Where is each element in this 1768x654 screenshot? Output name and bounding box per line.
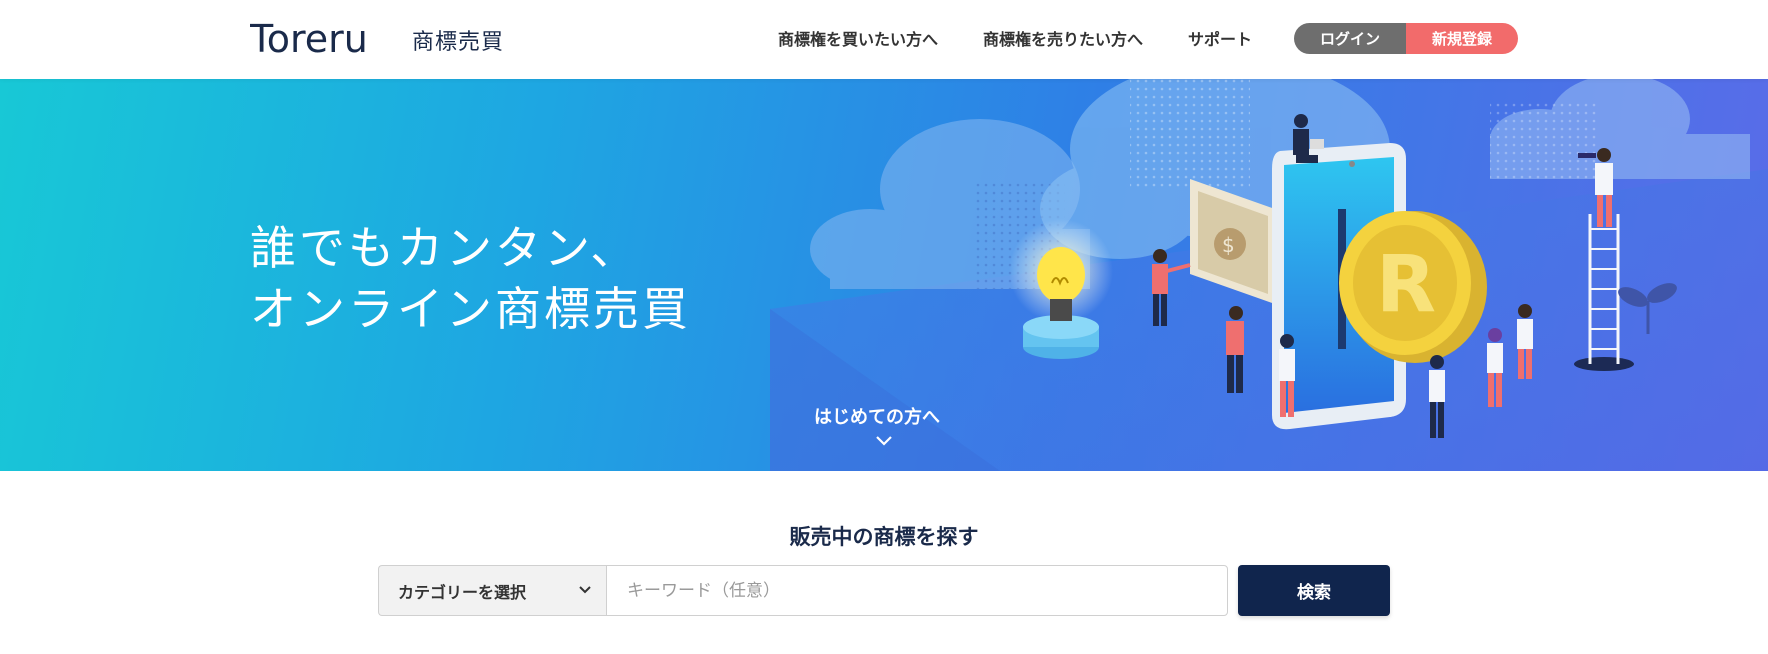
lightbulb-icon [1009, 219, 1113, 359]
search-button[interactable]: 検索 [1238, 565, 1390, 616]
login-button[interactable]: ログイン [1294, 23, 1406, 54]
search-section-title: 販売中の商標を探す [789, 525, 979, 549]
nav-link-buy[interactable]: 商標権を買いたい方へ [778, 26, 938, 50]
logo-subtitle: 商標売買 [412, 30, 505, 55]
chevron-down-icon[interactable] [875, 435, 893, 447]
hero-banner: $ R 誰でもカンタン、 オンライン商標売買 はじめての方へ [0, 79, 1768, 471]
register-button[interactable]: 新規登録 [1406, 23, 1518, 54]
hero-title-line1: 誰でもカンタン、 [250, 221, 640, 275]
category-select-label: カテゴリーを選択 [398, 582, 527, 602]
site-header: Toreru 商標売買 商標権を買いたい方へ 商標権を売りたい方へ サポート ロ… [0, 0, 1768, 79]
category-select[interactable]: カテゴリーを選択 [378, 565, 606, 616]
chevron-down-icon [579, 586, 591, 594]
beginner-guide-link[interactable]: はじめての方へ [814, 403, 940, 429]
nav-link-sell[interactable]: 商標権を売りたい方へ [983, 26, 1143, 50]
hero-title-line2: オンライン商標売買 [250, 282, 691, 336]
svg-text:Toreru: Toreru [250, 18, 368, 61]
keyword-input[interactable] [606, 565, 1228, 616]
hero-title: 誰でもカンタン、 オンライン商標売買 [250, 218, 691, 340]
svg-text:R: R [1376, 240, 1436, 330]
svg-text:$: $ [1222, 233, 1235, 257]
site-logo[interactable]: Toreru 商標売買 [250, 18, 504, 62]
nav-link-support[interactable]: サポート [1188, 26, 1252, 50]
logo-wordmark: Toreru [250, 18, 400, 62]
